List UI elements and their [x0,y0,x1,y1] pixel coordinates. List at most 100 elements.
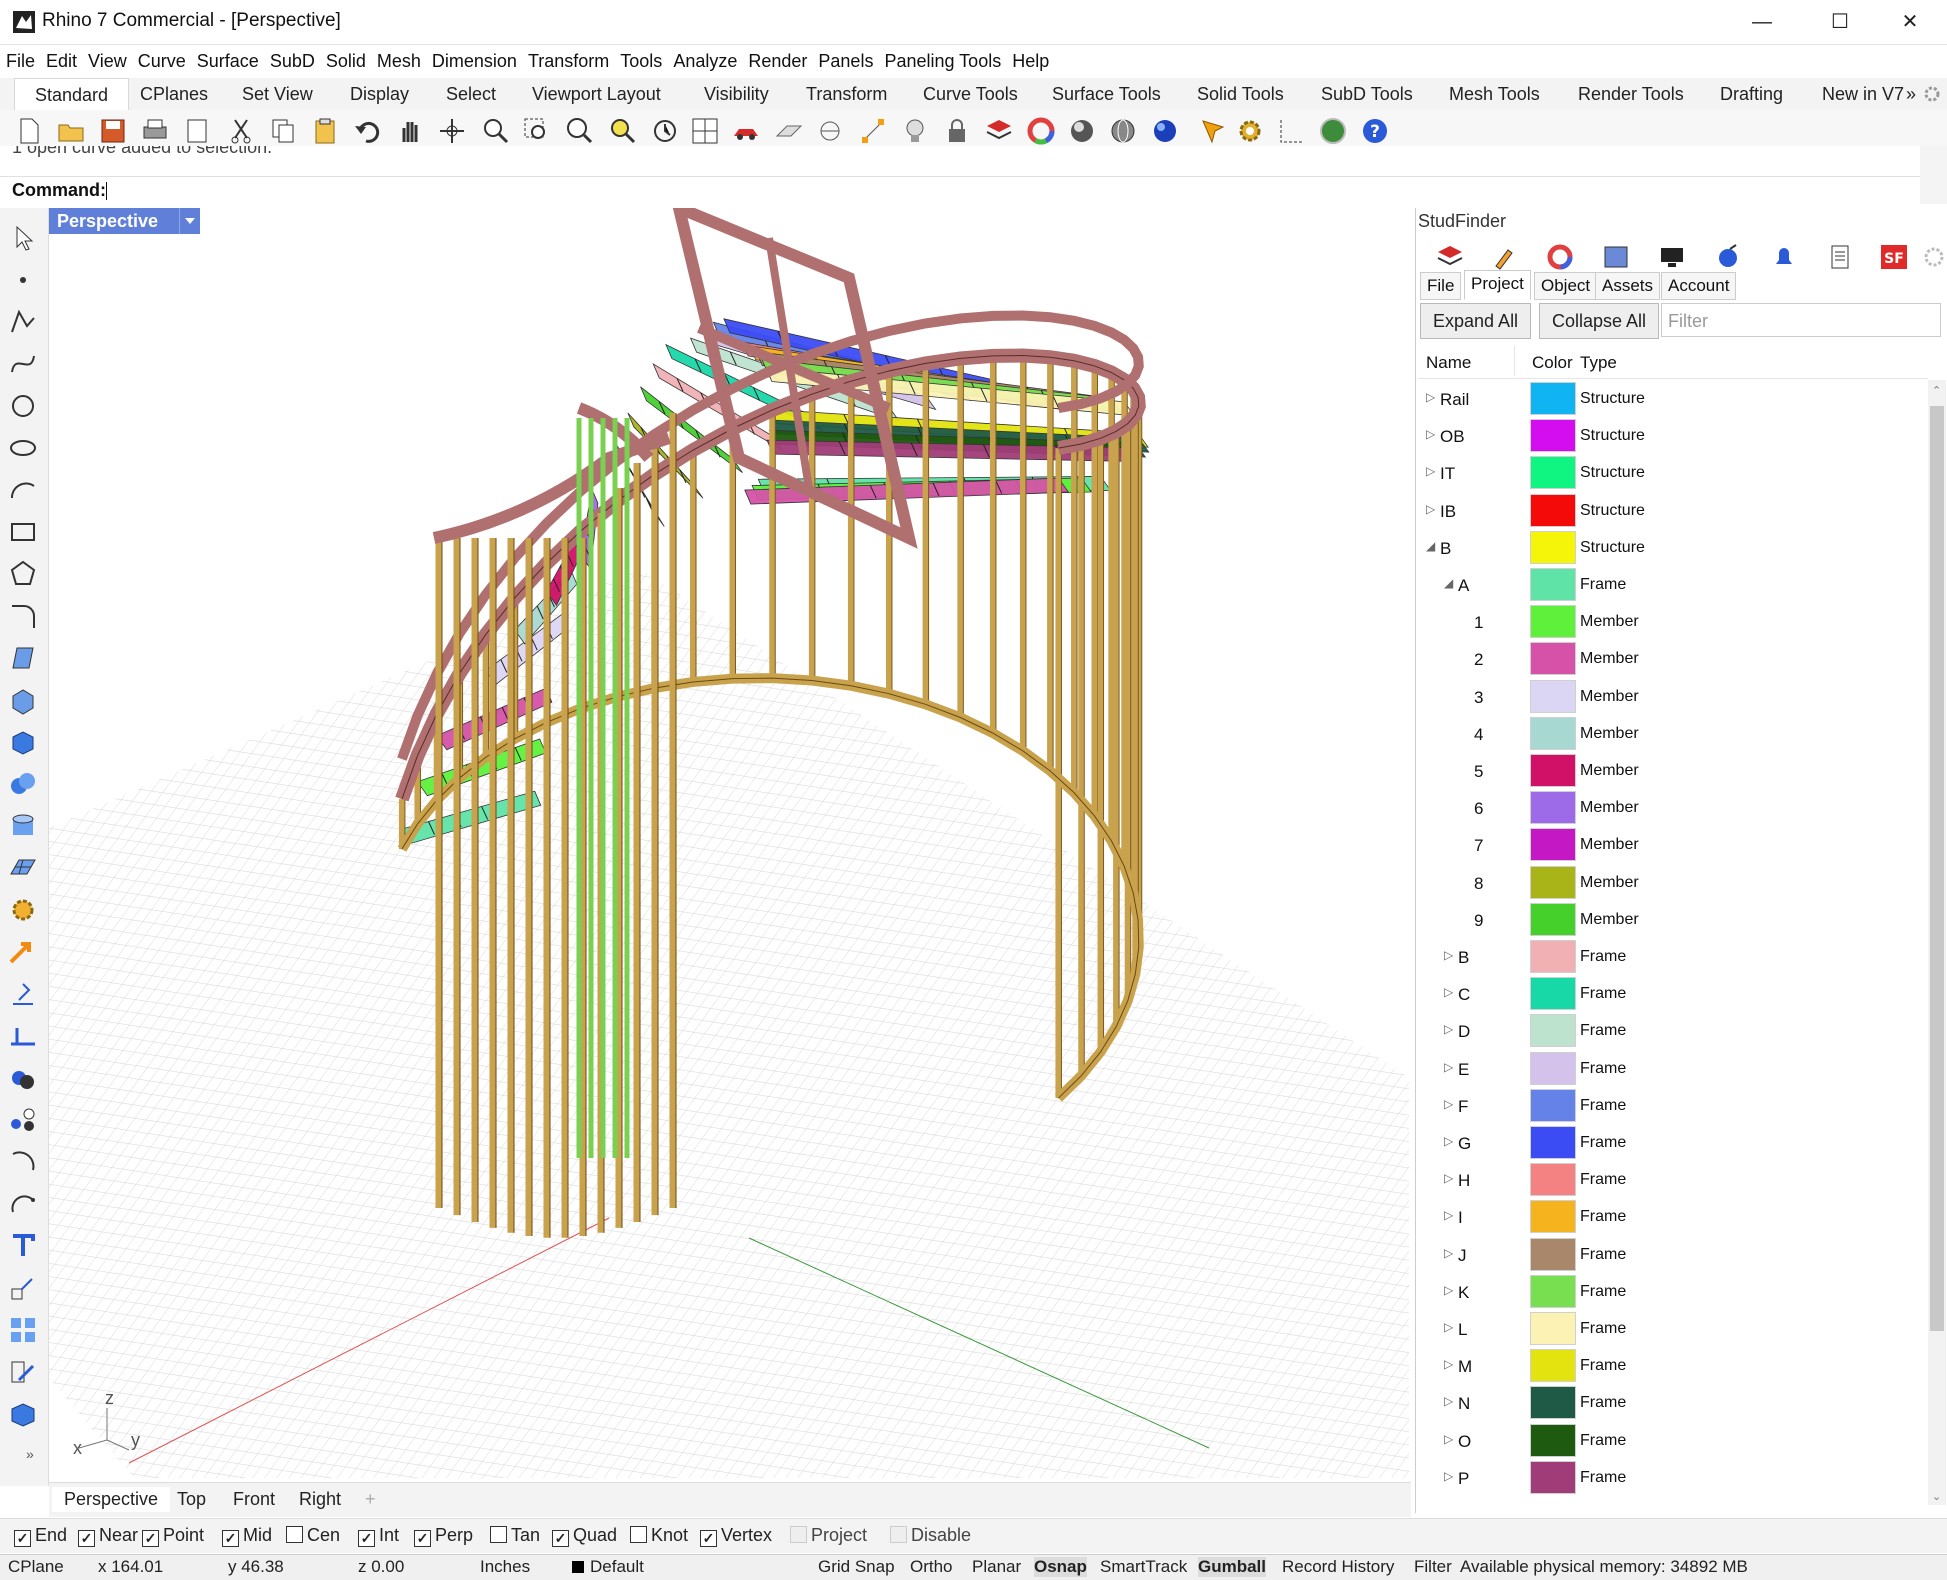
color-swatch[interactable] [1530,791,1576,825]
menu-dimension[interactable]: Dimension [426,46,522,74]
cylinder-icon[interactable] [7,810,39,842]
menu-transform[interactable]: Transform [522,46,614,74]
notifications-bell-icon[interactable] [1768,242,1800,272]
lock-icon[interactable] [942,116,972,146]
tree-row[interactable]: ▷ P Frame [1418,1459,1928,1496]
color-swatch[interactable] [1530,1014,1576,1048]
collapse-arrow-icon[interactable]: ◢ [1426,539,1435,553]
osnap-checkbox[interactable]: ✓ [78,1530,95,1547]
surface-corner-icon[interactable] [7,642,39,674]
materials-icon[interactable] [1544,242,1576,272]
polygon-icon[interactable] [7,558,39,590]
model-canvas[interactable]: z x y [49,208,1411,1480]
tree-row[interactable]: ▷ J Frame [1418,1236,1928,1273]
expand-arrow-icon[interactable]: ▷ [1444,1208,1453,1222]
tree-row[interactable]: ▷ O Frame [1418,1422,1928,1459]
expand-all-button[interactable]: Expand All [1420,303,1532,339]
tree-row[interactable]: ▷ I Frame [1418,1198,1928,1235]
color-swatch[interactable] [1530,568,1576,601]
cplane-icon[interactable] [774,116,804,146]
menu-solid[interactable]: Solid [320,46,371,74]
tree-row[interactable]: ◢ B Structure [1418,529,1928,566]
curve-tools-icon[interactable] [7,1146,39,1178]
osnap-checkbox[interactable] [490,1526,507,1543]
color-swatch[interactable] [1530,940,1576,973]
color-swatch[interactable] [1530,1460,1576,1494]
dimension-icon[interactable] [1277,116,1307,146]
osnap-int[interactable]: ✓ Int [358,1525,399,1547]
tree-row[interactable]: ▷ K Frame [1418,1273,1928,1310]
print-icon[interactable] [140,116,170,146]
toolbar-tab-surface-tools[interactable]: Surface Tools [1052,78,1161,110]
new-file-icon[interactable] [14,116,44,146]
osnap-checkbox[interactable] [630,1526,647,1543]
toolbar-settings-gear-icon[interactable] [1922,84,1942,104]
color-swatch[interactable] [1530,605,1576,639]
color-swatch[interactable] [1530,419,1576,453]
status-toggle-record-history[interactable]: Record History [1282,1557,1394,1577]
menu-tools[interactable]: Tools [614,46,667,74]
osnap-cen[interactable]: Cen [286,1525,340,1546]
color-swatch[interactable] [1530,382,1576,415]
tree-row[interactable]: ▷ F Frame [1418,1087,1928,1124]
minimize-button[interactable]: — [1727,0,1797,44]
tree-row[interactable]: 8 Member [1418,864,1928,901]
tree-row[interactable]: 3 Member [1418,678,1928,715]
osnap-tan[interactable]: Tan [490,1525,540,1546]
extrude-curve-icon[interactable] [7,684,39,716]
osnap-checkbox[interactable]: ✓ [142,1530,159,1547]
distance-icon[interactable] [815,116,845,146]
blend-icon[interactable] [7,1188,39,1220]
color-swatch[interactable] [1530,1163,1576,1197]
osnap-near[interactable]: ✓ Near [78,1525,138,1547]
pan-hand-icon[interactable] [395,116,425,146]
globe-icon[interactable] [1318,116,1348,146]
polyline-icon[interactable] [7,306,39,338]
osnap-quad[interactable]: ✓ Quad [552,1525,617,1547]
expand-arrow-icon[interactable]: ▷ [1444,1469,1453,1483]
color-swatch[interactable] [1530,493,1576,527]
tree-row[interactable]: ▷ N Frame [1418,1384,1928,1421]
render-panel-icon[interactable] [1712,242,1744,272]
mesh-icon[interactable] [7,852,39,884]
toolbar-tab-subd-tools[interactable]: SubD Tools [1321,78,1413,110]
close-button[interactable]: ✕ [1875,0,1945,44]
status-toggle-ortho[interactable]: Ortho [910,1557,953,1577]
copy-icon[interactable] [268,116,298,146]
maximize-button[interactable]: ☐ [1805,0,1875,44]
expand-arrow-icon[interactable]: ▷ [1426,427,1435,441]
status-toggle-planar[interactable]: Planar [972,1557,1021,1577]
scroll-down-icon[interactable]: ⌄ [1932,1490,1941,1503]
menu-mesh[interactable]: Mesh [371,46,426,74]
analyze-icon[interactable] [7,1020,39,1052]
zoom-selected-icon[interactable] [607,116,637,146]
ellipse-icon[interactable] [7,432,39,464]
menu-subd[interactable]: SubD [264,46,320,74]
zoom-window-icon[interactable] [522,116,552,146]
color-swatch[interactable] [1530,865,1576,899]
tree-row[interactable]: ▷ Rail Structure [1418,380,1928,417]
toolbar-tab-new-in-v7[interactable]: New in V7 [1822,78,1904,110]
toolbar-tabs-overflow-icon[interactable]: » [1906,78,1916,110]
status-toggle-osnap[interactable]: Osnap [1034,1557,1087,1577]
fillet-icon[interactable] [7,600,39,632]
toolbar-tab-mesh-tools[interactable]: Mesh Tools [1449,78,1540,110]
properties-brush-icon[interactable] [1488,242,1520,272]
panel-tab-project[interactable]: Project [1464,270,1531,300]
text-icon[interactable] [7,1230,39,1262]
osnap-checkbox[interactable]: ✓ [222,1530,239,1547]
help-panel-icon[interactable] [1600,242,1632,272]
box-icon[interactable] [7,726,39,758]
tree-row[interactable]: 4 Member [1418,715,1928,752]
viewport-tab-right[interactable]: Right [299,1489,341,1510]
circle-icon[interactable] [7,390,39,422]
color-wheel-icon[interactable] [1026,116,1056,146]
toolbar-tab-standard[interactable]: Standard [14,78,130,111]
expand-arrow-icon[interactable]: ▷ [1444,1394,1453,1408]
tree-row[interactable]: ▷ IB Structure [1418,492,1928,529]
menu-surface[interactable]: Surface [191,46,264,74]
block-icon[interactable] [7,1398,39,1430]
menu-analyze[interactable]: Analyze [667,46,742,74]
column-color[interactable]: Color [1532,353,1573,373]
snap-points-icon[interactable] [858,116,888,146]
